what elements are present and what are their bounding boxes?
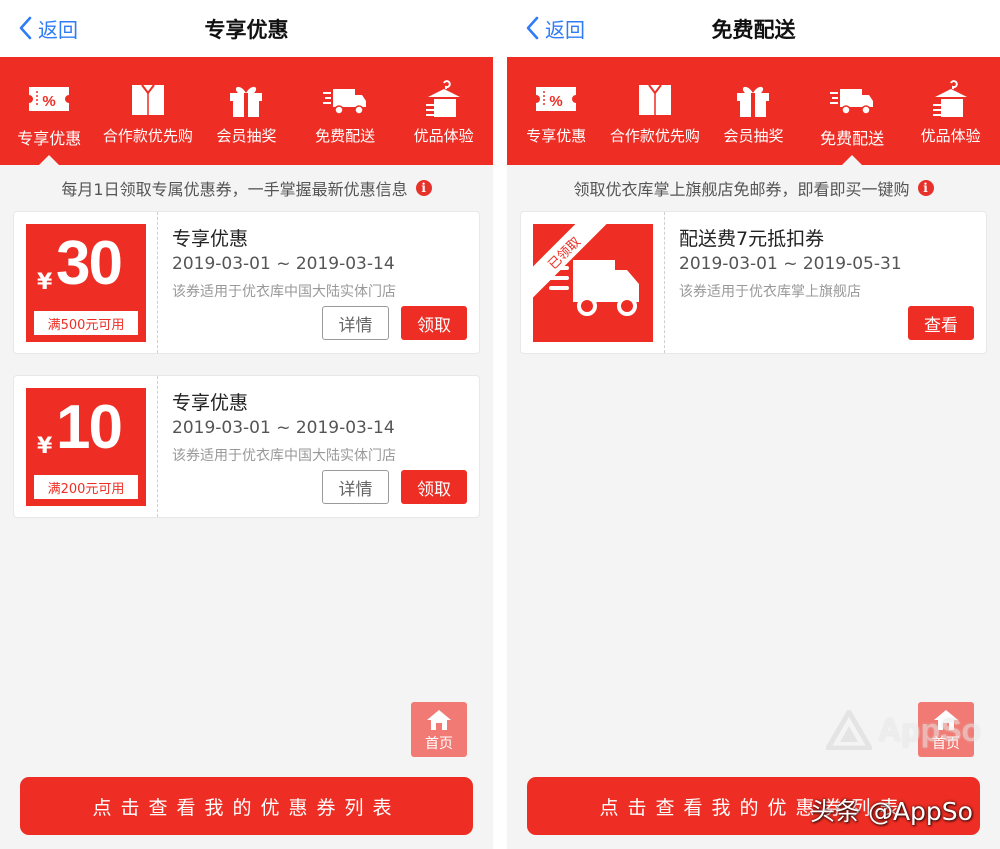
details-button[interactable]: 详情 — [322, 306, 389, 340]
claim-button[interactable]: 领取 — [401, 306, 467, 340]
screenshot-stage: 返回 专享优惠 % 专享优惠 合作款优先购 会员抽奖 免费配送 优品体验 每月1… — [0, 0, 1000, 849]
gift-box-icon — [230, 86, 263, 117]
tab-label: 优品体验 — [413, 127, 474, 145]
svg-text:%: % — [43, 93, 56, 110]
page-subtitle: 每月1日领取专属优惠券，一手掌握最新优惠信息 i — [0, 165, 493, 211]
shirt-icon — [131, 84, 164, 115]
tab-member-lottery[interactable]: 会员抽奖 — [704, 57, 803, 165]
tab-label: 专享优惠 — [526, 127, 587, 145]
coupon-amount: 30 — [56, 229, 123, 298]
coupon-note: 该券适用于优衣库中国大陆实体门店 — [172, 448, 396, 464]
view-button[interactable]: 查看 — [908, 306, 974, 340]
view-my-coupons-button[interactable]: 点击查看我的优惠券列表 — [20, 777, 473, 835]
coupon-stub: ¥ 10 满200元可用 — [14, 376, 158, 517]
tab-label: 会员抽奖 — [216, 127, 277, 145]
home-label: 首页 — [425, 736, 453, 752]
tab-member-lottery[interactable]: 会员抽奖 — [197, 57, 296, 165]
tab-free-delivery[interactable]: 免费配送 — [296, 57, 395, 165]
tab-free-delivery[interactable]: 免费配送 — [803, 57, 902, 165]
clothes-hanger-icon — [425, 80, 460, 117]
coupon-ticket-icon: % — [29, 87, 70, 111]
coupon-card: ¥ 10 满200元可用 专享优惠 2019-03-01 ~ 2019-03-1… — [13, 375, 480, 518]
tab-label: 会员抽奖 — [723, 127, 784, 145]
info-icon[interactable]: i — [917, 180, 934, 196]
coupon-stub: ¥ 30 满500元可用 — [14, 212, 158, 353]
home-button[interactable]: 首页 — [411, 702, 467, 757]
coupon-dates: 2019-03-01 ~ 2019-03-14 — [172, 254, 395, 274]
coupon-title: 专享优惠 — [172, 392, 249, 414]
page-subtitle: 领取优衣库掌上旗舰店免邮券，即看即买一键购 i — [507, 165, 1000, 211]
clothes-hanger-icon — [932, 80, 967, 117]
currency-symbol: ¥ — [37, 434, 53, 459]
tab-label: 优品体验 — [920, 127, 981, 145]
coupon-dates: 2019-03-01 ~ 2019-03-14 — [172, 418, 395, 438]
appso-logo-icon — [826, 710, 872, 750]
info-icon[interactable]: i — [415, 180, 432, 196]
svg-text:%: % — [550, 93, 563, 110]
home-icon — [427, 710, 451, 730]
coupon-card: ¥ 30 满500元可用 专享优惠 2019-03-01 ~ 2019-03-1… — [13, 211, 480, 354]
tab-product-experience[interactable]: 优品体验 — [394, 57, 493, 165]
coupon-amount-box: ¥ 30 满500元可用 — [26, 224, 146, 342]
currency-symbol: ¥ — [37, 270, 53, 295]
coupon-amount-box: ¥ 10 满200元可用 — [26, 388, 146, 506]
tab-collab-priority[interactable]: 合作款优先购 — [606, 57, 705, 165]
watermark-logo-text: AppSo — [878, 711, 982, 748]
page-title: 专享优惠 — [204, 18, 289, 42]
shirt-icon — [638, 84, 671, 115]
delivery-truck-icon — [830, 89, 874, 115]
tab-exclusive-offers[interactable]: % 专享优惠 — [0, 57, 99, 165]
tab-label: 免费配送 — [315, 127, 376, 145]
coupon-dates: 2019-03-01 ~ 2019-05-31 — [679, 254, 902, 274]
subtitle-text: 每月1日领取专属优惠券，一手掌握最新优惠信息 — [61, 180, 408, 199]
coupon-note: 该券适用于优衣库掌上旗舰店 — [679, 284, 861, 300]
gift-box-icon — [737, 86, 770, 117]
delivery-truck-icon — [323, 89, 367, 115]
tab-label: 合作款优先购 — [102, 127, 193, 145]
coupon-condition: 满500元可用 — [34, 311, 138, 335]
watermark-caption: 头条 @AppSo — [810, 797, 973, 826]
coupon-condition: 满200元可用 — [34, 475, 138, 499]
subtitle-text: 领取优衣库掌上旗舰店免邮券，即看即买一键购 — [573, 180, 910, 199]
tab-collab-priority[interactable]: 合作款优先购 — [99, 57, 198, 165]
nav-bar: 返回 专享优惠 — [0, 0, 493, 57]
category-tab-bar: % 专享优惠 合作款优先购 会员抽奖 免费配送 优品体验 — [507, 57, 1000, 165]
tab-label: 专享优惠 — [17, 129, 82, 148]
appso-watermark-logo: AppSo — [826, 700, 996, 760]
tab-label: 免费配送 — [820, 129, 885, 148]
left-screen: 返回 专享优惠 % 专享优惠 合作款优先购 会员抽奖 免费配送 优品体验 每月1… — [0, 0, 493, 849]
coupon-amount: 10 — [56, 393, 123, 462]
category-tab-bar: % 专享优惠 合作款优先购 会员抽奖 免费配送 优品体验 — [0, 57, 493, 165]
coupon-card: 已领取 配送费7元抵扣券 2019-03-01 ~ 2019-05-31 该券适… — [520, 211, 987, 354]
coupon-note: 该券适用于优衣库中国大陆实体门店 — [172, 284, 396, 300]
tab-exclusive-offers[interactable]: % 专享优惠 — [507, 57, 606, 165]
coupon-title: 配送费7元抵扣券 — [679, 228, 825, 250]
tab-label: 合作款优先购 — [609, 127, 700, 145]
page-title: 免费配送 — [711, 18, 796, 42]
details-button[interactable]: 详情 — [322, 470, 389, 504]
claim-button[interactable]: 领取 — [401, 470, 467, 504]
coupon-title: 专享优惠 — [172, 228, 249, 250]
coupon-ticket-icon: % — [536, 87, 577, 111]
nav-bar: 返回 免费配送 — [507, 0, 1000, 57]
coupon-image-box: 已领取 — [533, 224, 653, 342]
coupon-stub: 已领取 — [521, 212, 665, 353]
tab-product-experience[interactable]: 优品体验 — [901, 57, 1000, 165]
